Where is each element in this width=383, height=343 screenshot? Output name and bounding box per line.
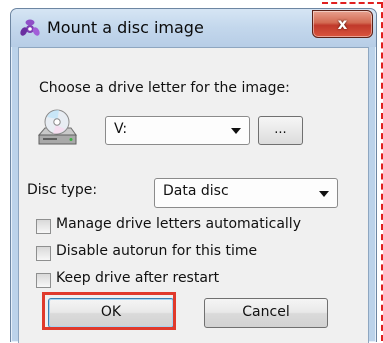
- chevron-down-icon: [231, 128, 241, 134]
- manage-drive-letters-checkbox[interactable]: [36, 219, 51, 234]
- disable-autorun-label: Disable autorun for this time: [56, 243, 258, 259]
- cancel-button[interactable]: Cancel: [204, 298, 328, 328]
- close-button[interactable]: x: [312, 10, 373, 38]
- chevron-down-icon: [319, 191, 329, 197]
- keep-drive-label: Keep drive after restart: [56, 270, 220, 286]
- disable-autorun-checkbox[interactable]: [36, 246, 51, 261]
- window-title: Mount a disc image: [47, 18, 204, 37]
- mount-dialog-window: Mount a disc image x Choose a drive lett…: [10, 8, 377, 343]
- drive-letter-value: V:: [114, 121, 128, 137]
- annotation-dashed-line-top: [322, 2, 383, 4]
- close-icon: x: [337, 15, 348, 33]
- disc-type-select[interactable]: Data disc: [154, 178, 338, 208]
- mount-app-icon: [20, 19, 40, 36]
- drive-letter-label: Choose a drive letter for the image:: [39, 80, 290, 96]
- drive-letter-select[interactable]: V:: [105, 116, 250, 145]
- keep-drive-checkbox[interactable]: [36, 273, 51, 288]
- title-bar[interactable]: Mount a disc image x: [11, 9, 376, 47]
- disc-type-value: Data disc: [163, 183, 229, 199]
- ok-button-highlight-box: [42, 292, 176, 330]
- manage-drive-letters-label: Manage drive letters automatically: [56, 216, 301, 232]
- disc-drive-icon: [37, 109, 77, 145]
- disc-type-label: Disc type:: [27, 182, 98, 198]
- dialog-client-area: Choose a drive letter for the image: V: …: [18, 47, 369, 343]
- browse-button[interactable]: ...: [258, 116, 303, 145]
